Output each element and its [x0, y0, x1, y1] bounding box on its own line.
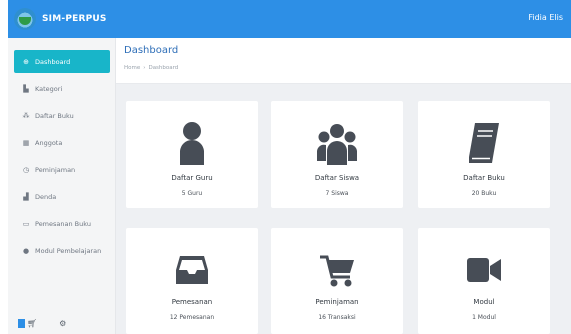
sidebar: SIM-PERPUS ⊕ Dashboard ▙ Kategori ⁂ Daft…: [8, 0, 116, 334]
inbox-icon: [126, 256, 258, 288]
brand-name: SIM-PERPUS: [42, 14, 107, 24]
sidebar-item-anggota[interactable]: ▦ Anggota: [14, 131, 110, 154]
card-count: 12 Pemesanan: [169, 314, 215, 321]
top-navbar: Fidia Elis: [116, 0, 571, 38]
sidebar-item-pemesanan-buku[interactable]: ▭ Pemesanan Buku: [14, 212, 110, 235]
list-icon: ⁂: [22, 111, 30, 120]
card-modul[interactable]: Modul 1 Modul: [418, 228, 550, 334]
app-root: Fidia Elis SIM-PERPUS ⊕ Dashboard ▙ Kate…: [0, 0, 571, 334]
sidebar-footer: 🛒︎ ⚙︎: [18, 319, 66, 328]
breadcrumb-separator: ›: [143, 65, 146, 71]
cart-icon[interactable]: 🛒︎: [27, 319, 37, 328]
card-count: 20 Buku: [471, 190, 497, 197]
brand[interactable]: SIM-PERPUS: [8, 0, 116, 38]
users-icon: ▦: [22, 138, 30, 147]
page-header: Dashboard Home › Dashboard: [116, 38, 571, 84]
inbox-icon: ▭: [22, 219, 30, 228]
clock-icon: ◷: [22, 165, 30, 174]
video-camera-icon: [418, 258, 550, 286]
sidebar-item-label: Peminjaman: [35, 165, 76, 174]
card-peminjaman[interactable]: Peminjaman 16 Transaksi: [271, 228, 403, 334]
card-count: 7 Siswa: [325, 190, 349, 197]
sidebar-item-denda[interactable]: ▟ Denda: [14, 185, 110, 208]
sidebar-item-peminjaman[interactable]: ◷ Peminjaman: [14, 158, 110, 181]
sidebar-item-label: Pemesanan Buku: [35, 219, 91, 228]
info-icon: ●: [22, 246, 30, 255]
breadcrumb-home[interactable]: Home: [124, 65, 140, 71]
sidebar-item-label: Modul Pembelajaran: [35, 246, 102, 255]
sidebar-item-daftar-buku[interactable]: ⁂ Daftar Buku: [14, 104, 110, 127]
badge-icon: [18, 319, 25, 328]
card-count: 5 Guru: [181, 190, 203, 197]
bar-chart-icon: ▟: [23, 192, 29, 201]
card-count: 1 Modul: [472, 314, 496, 321]
card-label: Peminjaman: [315, 298, 359, 306]
card-count: 16 Transaksi: [318, 314, 356, 321]
card-daftar-siswa[interactable]: Daftar Siswa 7 Siswa: [271, 101, 403, 208]
breadcrumb-current: Dashboard: [148, 65, 179, 71]
breadcrumb: Home › Dashboard: [124, 65, 178, 71]
brand-logo-icon: [14, 8, 36, 30]
book-icon: ▙: [23, 84, 29, 93]
sidebar-item-label: Kategori: [35, 84, 63, 93]
sidebar-item-label: Denda: [35, 192, 57, 201]
sidebar-item-kategori[interactable]: ▙ Kategori: [14, 77, 110, 100]
dashboard-content: Daftar Guru 5 Guru Daftar Siswa 7 Siswa …: [116, 84, 571, 334]
sidebar-item-dashboard[interactable]: ⊕ Dashboard: [14, 50, 110, 73]
cart-icon: [271, 255, 403, 291]
page-title: Dashboard: [124, 45, 179, 56]
sidebar-item-modul-pembelajaran[interactable]: ● Modul Pembelajaran: [14, 239, 110, 262]
users-icon: [271, 123, 403, 169]
sidebar-item-label: Anggota: [35, 138, 63, 147]
card-label: Daftar Guru: [171, 174, 213, 182]
card-label: Modul: [473, 298, 495, 306]
settings-icon[interactable]: ⚙︎: [59, 319, 66, 328]
card-label: Daftar Siswa: [314, 174, 360, 182]
user-menu[interactable]: Fidia Elis: [528, 13, 563, 22]
card-pemesanan[interactable]: Pemesanan 12 Pemesanan: [126, 228, 258, 334]
home-icon: ⊕: [23, 57, 29, 66]
sidebar-menu: ⊕ Dashboard ▙ Kategori ⁂ Daftar Buku ▦ A…: [14, 50, 110, 266]
card-label: Daftar Buku: [463, 174, 505, 182]
card-label: Pemesanan: [171, 298, 213, 306]
card-daftar-buku[interactable]: Daftar Buku 20 Buku: [418, 101, 550, 208]
user-icon: [126, 121, 258, 169]
card-daftar-guru[interactable]: Daftar Guru 5 Guru: [126, 101, 258, 208]
book-icon: [418, 123, 550, 167]
sidebar-item-label: Dashboard: [35, 57, 71, 66]
sidebar-item-label: Daftar Buku: [35, 111, 74, 120]
